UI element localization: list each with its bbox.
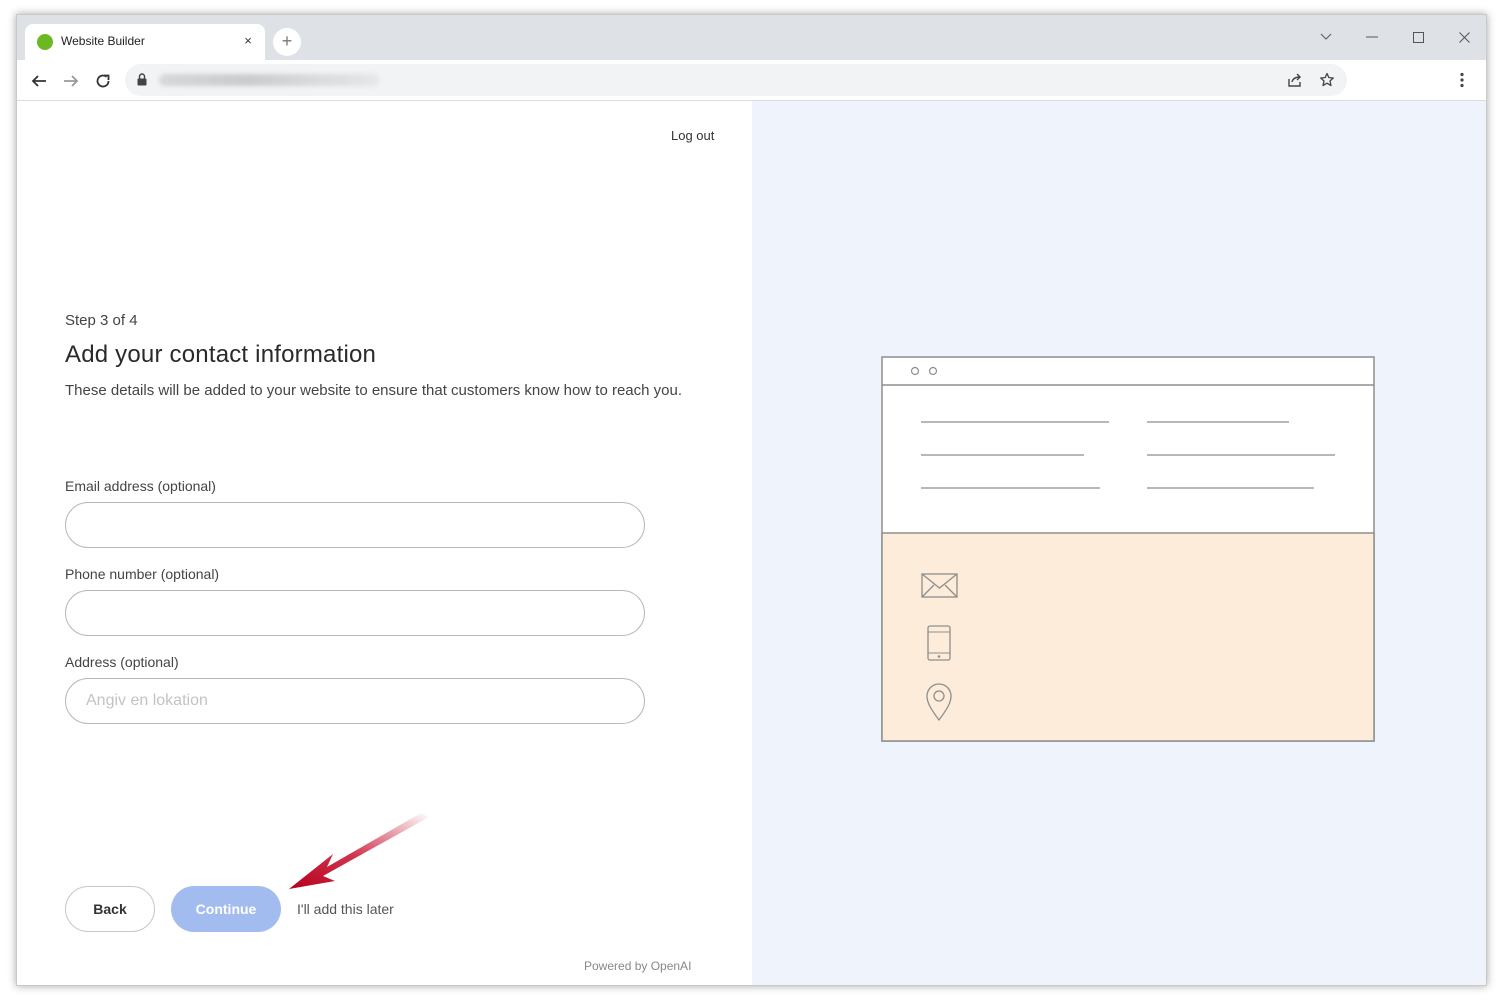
step-indicator: Step 3 of 4	[65, 312, 138, 329]
address-bar[interactable]	[125, 64, 1347, 96]
minimize-icon	[1366, 36, 1378, 38]
close-window-button[interactable]	[1441, 21, 1486, 51]
website-illustration	[881, 356, 1375, 742]
annotation-arrow	[289, 813, 429, 889]
new-tab-button[interactable]: +	[273, 28, 301, 56]
continue-button[interactable]: Continue	[171, 886, 281, 932]
browser-toolbar	[17, 60, 1486, 101]
close-icon	[1458, 31, 1470, 43]
browser-tab[interactable]: Website Builder ×	[25, 24, 265, 60]
kebab-menu-icon[interactable]	[1452, 70, 1472, 90]
logout-link[interactable]: Log out	[671, 128, 714, 143]
tab-search-button[interactable]	[1303, 21, 1349, 51]
back-nav-button[interactable]	[25, 67, 53, 95]
form-pane: Log out Step 3 of 4 Add your contact inf…	[17, 101, 752, 985]
page-title: Add your contact information	[65, 341, 377, 368]
reload-button[interactable]	[89, 67, 117, 95]
powered-by-footer: Powered by OpenAI	[584, 959, 692, 973]
back-arrow-icon	[31, 75, 46, 87]
illustration-pane	[752, 101, 1486, 985]
maximize-button[interactable]	[1395, 21, 1441, 51]
back-button[interactable]: Back	[65, 886, 155, 932]
tab-title: Website Builder	[61, 34, 145, 48]
forward-arrow-icon	[64, 75, 79, 87]
email-label: Email address (optional)	[65, 478, 216, 494]
maximize-icon	[1412, 31, 1424, 43]
favicon-icon	[37, 34, 53, 50]
tab-close-button[interactable]: ×	[239, 32, 257, 50]
address-field[interactable]	[65, 678, 645, 724]
share-icon[interactable]	[1285, 70, 1305, 90]
phone-label: Phone number (optional)	[65, 566, 220, 582]
page-content: Log out Step 3 of 4 Add your contact inf…	[17, 101, 1486, 985]
address-label: Address (optional)	[65, 654, 179, 670]
email-field[interactable]	[65, 502, 645, 548]
forward-nav-button[interactable]	[57, 67, 85, 95]
lock-icon	[137, 73, 147, 91]
chevron-down-icon	[1320, 33, 1332, 41]
tab-strip: Website Builder × +	[17, 15, 1486, 60]
page-description: These details will be added to your webs…	[65, 382, 682, 399]
browser-window: Website Builder × + Log out Step 3 of 4 …	[16, 14, 1487, 986]
url-text-blurred	[159, 74, 379, 86]
phone-field[interactable]	[65, 590, 645, 636]
minimize-button[interactable]	[1349, 21, 1395, 51]
star-icon[interactable]	[1317, 70, 1337, 90]
reload-icon	[96, 74, 110, 88]
